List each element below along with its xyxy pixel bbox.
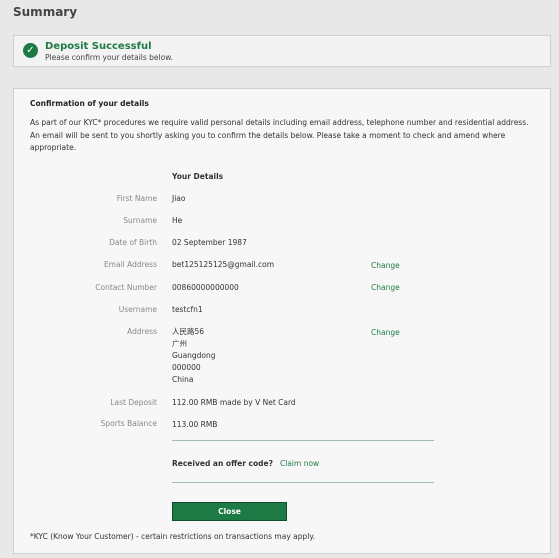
intro-text: As part of our KYC* procedures we requir… — [30, 117, 540, 155]
your-details-title: Your Details — [172, 172, 224, 181]
email-value: bet125125125@gmail.com — [172, 260, 274, 269]
details-panel: Confirmation of your details As part of … — [13, 88, 551, 554]
address-value: 人民路56 广州 Guangdong 000000 China — [172, 326, 216, 386]
address-line-4: 000000 — [172, 363, 201, 372]
username-value: testcfn1 — [172, 305, 203, 314]
first-name-label: First Name — [116, 194, 157, 203]
address-label: Address — [127, 327, 157, 336]
confirmation-heading: Confirmation of your details — [30, 99, 149, 108]
intro-line-1: As part of our KYC* procedures we requir… — [30, 118, 529, 127]
dob-value: 02 September 1987 — [172, 238, 247, 247]
success-banner: ✓ Deposit Successful Please confirm your… — [13, 35, 551, 67]
checkmark-icon: ✓ — [23, 43, 38, 58]
divider — [172, 440, 434, 441]
username-label: Username — [118, 305, 157, 314]
close-button[interactable]: Close — [172, 502, 287, 521]
surname-value: He — [172, 216, 183, 225]
contact-value: 00860000000000 — [172, 283, 239, 292]
address-line-3: Guangdong — [172, 351, 216, 360]
change-contact-link[interactable]: Change — [371, 283, 400, 292]
email-label: Email Address — [103, 260, 157, 269]
surname-label: Surname — [123, 216, 157, 225]
last-deposit-value: 112.00 RMB made by V Net Card — [172, 398, 296, 407]
address-line-5: China — [172, 375, 194, 384]
first-name-value: Jiao — [172, 194, 186, 203]
offer-code-question: Received an offer code? — [172, 459, 273, 468]
success-title: Deposit Successful — [45, 41, 152, 52]
page-title: Summary — [13, 5, 78, 19]
divider — [172, 482, 434, 483]
last-deposit-label: Last Deposit — [110, 398, 157, 407]
change-email-link[interactable]: Change — [371, 261, 400, 270]
contact-label: Contact Number — [95, 283, 157, 292]
kyc-footnote: *KYC (Know Your Customer) - certain rest… — [30, 532, 316, 541]
sports-balance-value: 113.00 RMB — [172, 420, 218, 429]
address-line-2: 广州 — [172, 339, 187, 348]
dob-label: Date of Birth — [109, 238, 157, 247]
address-line-1: 人民路56 — [172, 327, 205, 336]
claim-now-link[interactable]: Claim now — [280, 459, 319, 468]
success-subtitle: Please confirm your details below. — [45, 53, 174, 62]
change-address-link[interactable]: Change — [371, 328, 400, 337]
sports-balance-label: Sports Balance — [100, 419, 157, 428]
intro-line-2: An email will be sent to you shortly ask… — [30, 130, 506, 153]
